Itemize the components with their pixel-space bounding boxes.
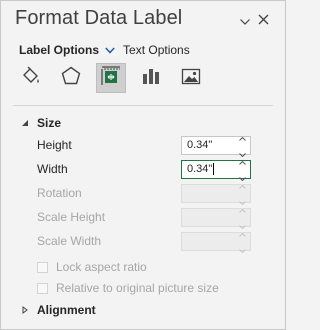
fill-line-icon: [20, 65, 42, 92]
lock-aspect-ratio-label: Lock aspect ratio: [56, 260, 147, 274]
width-label: Width: [37, 162, 68, 176]
width-input[interactable]: 0.34": [187, 163, 212, 175]
height-input[interactable]: 0.34": [182, 139, 236, 151]
options-tabs: Label Options Text Options: [19, 41, 190, 59]
lock-aspect-ratio-checkbox: [37, 261, 48, 273]
picture-icon: [180, 65, 202, 92]
rotation-spinner: [181, 183, 251, 206]
scale-width-spinner: [181, 231, 251, 254]
label-options-icon: [140, 65, 162, 92]
rotation-row: Rotation: [37, 183, 251, 206]
spin-up-icon[interactable]: [238, 154, 246, 168]
scale-height-spinner: [181, 207, 251, 230]
size-section-header[interactable]: Size: [21, 116, 61, 130]
spin-up-icon: [238, 178, 246, 192]
scale-height-label: Scale Height: [37, 210, 106, 224]
size-properties-icon: [100, 65, 122, 92]
divider: [13, 105, 273, 106]
rotation-label: Rotation: [37, 186, 82, 200]
expand-triangle-icon: [21, 306, 31, 314]
relative-size-label: Relative to original picture size: [56, 281, 219, 295]
height-spinner[interactable]: 0.34": [181, 135, 251, 158]
close-pane-button[interactable]: [253, 11, 273, 31]
collapse-triangle-icon: [21, 119, 31, 127]
height-row: Height 0.34": [37, 135, 251, 158]
width-spinner[interactable]: 0.34": [181, 159, 251, 182]
format-data-label-pane: Format Data Label Label Options Text Opt…: [0, 0, 286, 330]
fill-line-button[interactable]: [16, 63, 46, 93]
width-input-wrap[interactable]: 0.34": [182, 163, 236, 176]
effects-button[interactable]: [56, 63, 86, 93]
chevron-down-icon[interactable]: [105, 46, 115, 54]
size-properties-button[interactable]: [96, 63, 126, 93]
pane-options-button[interactable]: [235, 11, 255, 31]
chevron-down-icon: [240, 12, 250, 30]
scale-width-label: Scale Width: [37, 234, 102, 248]
tab-label-options[interactable]: Label Options: [19, 43, 99, 57]
scale-height-row: Scale Height: [37, 207, 251, 230]
alignment-section-title: Alignment: [37, 303, 96, 317]
close-icon: [258, 12, 269, 30]
category-icon-bar: [16, 63, 216, 93]
pane-title: Format Data Label: [15, 7, 183, 29]
spin-up-icon: [238, 226, 246, 240]
spin-down-icon: [238, 242, 246, 256]
label-options-button[interactable]: [136, 63, 166, 93]
spin-up-icon[interactable]: [238, 130, 246, 144]
alignment-section-header[interactable]: Alignment: [21, 303, 96, 317]
relative-size-row: Relative to original picture size: [37, 281, 219, 295]
size-section-title: Size: [37, 116, 62, 130]
lock-aspect-ratio-row: Lock aspect ratio: [37, 260, 147, 274]
height-label: Height: [37, 138, 72, 152]
spin-up-icon: [238, 202, 246, 216]
relative-size-checkbox: [37, 282, 48, 294]
scale-width-row: Scale Width: [37, 231, 251, 254]
effects-icon: [60, 65, 82, 92]
width-row: Width 0.34": [37, 159, 251, 182]
text-caret: [213, 163, 215, 176]
picture-button[interactable]: [176, 63, 206, 93]
tab-text-options[interactable]: Text Options: [123, 43, 190, 57]
